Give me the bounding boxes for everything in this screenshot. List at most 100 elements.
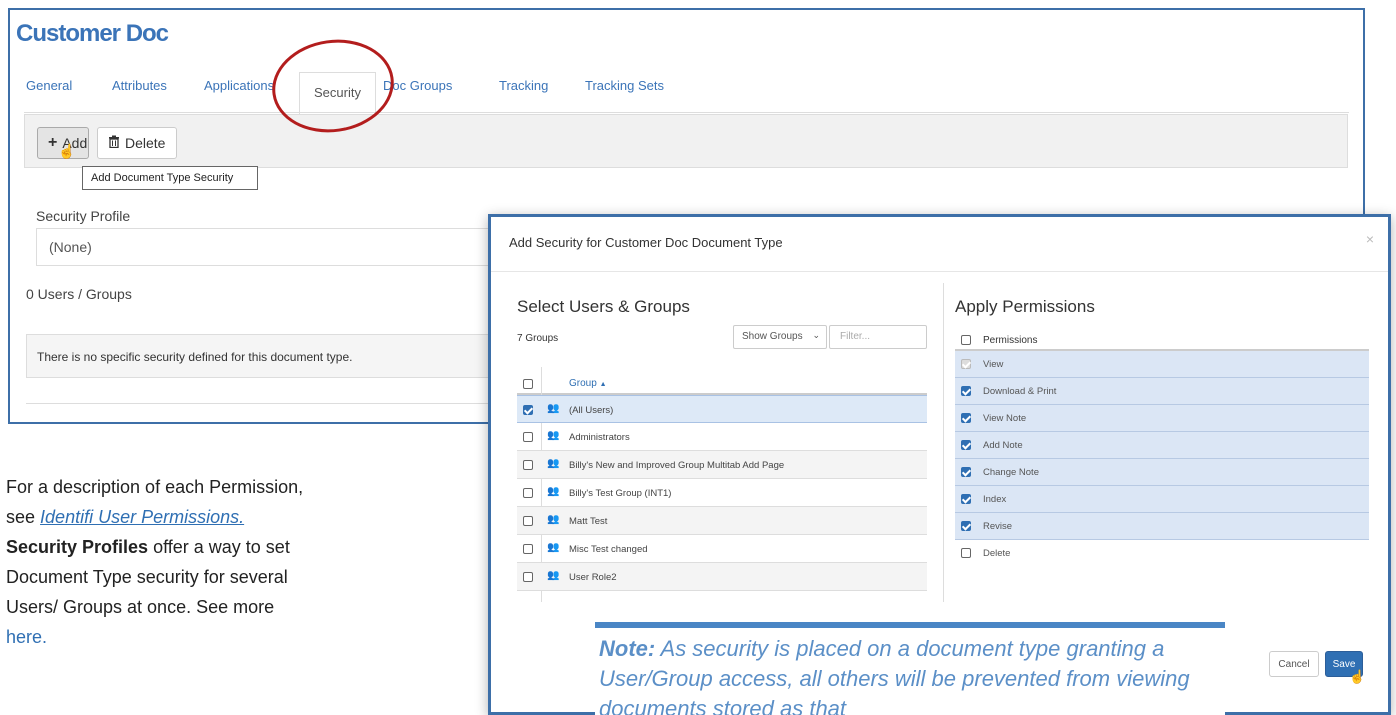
group-row[interactable]: 👥 (All Users) <box>517 395 927 423</box>
users-icon: 👥 <box>547 486 560 497</box>
show-groups-select[interactable]: Show Groups ⌄ <box>733 325 827 349</box>
permission-checkbox[interactable] <box>961 413 971 423</box>
permission-checkbox[interactable] <box>961 521 971 531</box>
permission-checkbox[interactable] <box>961 494 971 504</box>
select-all-groups-checkbox[interactable] <box>523 379 533 389</box>
note-text: As security is placed on a document type… <box>599 636 1190 715</box>
group-name: (All Users) <box>569 405 614 416</box>
tab-tracking[interactable]: Tracking <box>499 78 548 93</box>
note-callout: Note: As security is placed on a documen… <box>595 622 1225 715</box>
group-checkbox[interactable] <box>523 405 533 415</box>
group-name: Misc Test changed <box>569 544 648 555</box>
help-line-3: Security Profiles offer a way to set <box>6 532 476 562</box>
security-toolbar: + Add Delete <box>24 114 1348 168</box>
tab-tracking-sets[interactable]: Tracking Sets <box>585 78 664 93</box>
permission-checkbox[interactable] <box>961 548 971 558</box>
permission-checkbox[interactable] <box>961 386 971 396</box>
panel-divider <box>26 403 506 404</box>
permission-row[interactable]: View Note <box>955 405 1369 432</box>
permission-name: Download & Print <box>983 386 1057 397</box>
users-icon: 👥 <box>547 458 560 469</box>
help-line-5: Users/ Groups at once. See more <box>6 597 275 617</box>
permission-name: Add Note <box>983 440 1023 451</box>
group-checkbox[interactable] <box>523 516 533 526</box>
security-profiles-bold: Security Profiles <box>6 537 149 557</box>
permission-name: View <box>983 359 1004 370</box>
permissions-column: Apply Permissions Permissions View Downl… <box>955 297 1373 559</box>
users-icon: 👥 <box>547 570 560 581</box>
group-row[interactable]: 👥 Billy's New and Improved Group Multita… <box>517 451 927 479</box>
permission-row[interactable]: Index <box>955 486 1369 513</box>
users-icon: 👥 <box>547 403 560 414</box>
help-line-4: Document Type security for several <box>6 567 288 587</box>
permission-checkbox <box>961 359 971 369</box>
users-icon: 👥 <box>547 514 560 525</box>
delete-button[interactable]: Delete <box>97 127 177 159</box>
apply-permissions-heading: Apply Permissions <box>955 297 1095 316</box>
users-groups-count: 0 Users / Groups <box>26 286 132 302</box>
group-column-label: Group <box>569 378 597 389</box>
close-icon[interactable]: × <box>1366 231 1374 247</box>
select-all-permissions-checkbox[interactable] <box>961 335 971 345</box>
permission-row[interactable]: Download & Print <box>955 378 1369 405</box>
group-row[interactable]: 👥 Matt Test <box>517 507 927 535</box>
permission-row[interactable]: Revise <box>955 513 1369 540</box>
help-text: For a description of each Permission, se… <box>6 472 476 652</box>
groups-count: 7 Groups <box>517 333 559 344</box>
chevron-down-icon: ⌄ <box>812 330 820 340</box>
users-icon: 👥 <box>547 542 560 553</box>
group-name: User Role2 <box>569 572 617 583</box>
permissions-grid-header: Permissions <box>955 329 1369 351</box>
permission-name: Index <box>983 494 1007 505</box>
group-checkbox[interactable] <box>523 460 533 470</box>
permission-row[interactable]: View <box>955 351 1369 378</box>
cancel-button[interactable]: Cancel <box>1269 651 1319 677</box>
group-name: Billy's New and Improved Group Multitab … <box>569 460 785 471</box>
tab-attributes[interactable]: Attributes <box>112 78 167 93</box>
filter-input[interactable]: Filter... <box>829 325 927 349</box>
plus-icon: + <box>48 134 58 151</box>
group-checkbox[interactable] <box>523 572 533 582</box>
group-row[interactable]: 👥 Misc Test changed <box>517 535 927 563</box>
tab-applications[interactable]: Applications <box>204 78 274 93</box>
help-line-2: see Identifi User Permissions. <box>6 502 476 532</box>
here-link[interactable]: here. <box>6 627 47 647</box>
modal-header-divider <box>491 271 1388 272</box>
help-line-1: For a description of each Permission, <box>6 477 304 497</box>
permission-name: Delete <box>983 548 1011 559</box>
note-lead: Note: <box>599 636 656 661</box>
group-checkbox[interactable] <box>523 544 533 554</box>
trash-icon <box>108 135 120 151</box>
group-row[interactable]: 👥 Administrators <box>517 423 927 451</box>
help-line-6: here. <box>6 622 476 652</box>
group-name: Administrators <box>569 432 630 443</box>
group-column-header[interactable]: Group ▲ <box>569 378 607 389</box>
tab-general[interactable]: General <box>26 78 72 93</box>
permission-row[interactable]: Add Note <box>955 432 1369 459</box>
screenshot-stage: Customer Doc General Attributes Applicat… <box>0 0 1396 715</box>
permission-row[interactable]: Change Note <box>955 459 1369 486</box>
permission-checkbox[interactable] <box>961 467 971 477</box>
permission-name: Revise <box>983 521 1013 532</box>
permissions-column-header: Permissions <box>983 335 1038 346</box>
users-icon: 👥 <box>547 430 560 441</box>
hand-cursor-icon: ☝ <box>58 143 76 159</box>
group-row[interactable]: 👥 User Role2 <box>517 563 927 591</box>
hand-cursor-icon: ☝ <box>1349 669 1366 684</box>
permission-name: Change Note <box>983 467 1039 478</box>
group-row[interactable]: 👥 Billy's Test Group (INT1) <box>517 479 927 507</box>
group-name: Matt Test <box>569 516 608 527</box>
modal-title: Add Security for Customer Doc Document T… <box>509 235 783 250</box>
group-checkbox[interactable] <box>523 488 533 498</box>
show-groups-value: Show Groups <box>742 331 803 342</box>
permission-row[interactable]: Delete <box>955 540 1369 567</box>
security-profile-select[interactable]: (None) <box>36 228 506 266</box>
add-tooltip: Add Document Type Security <box>82 166 258 190</box>
sort-up-icon: ▲ <box>599 381 607 388</box>
group-checkbox[interactable] <box>523 432 533 442</box>
user-permissions-link[interactable]: Identifi User Permissions. <box>40 507 244 527</box>
column-divider <box>943 283 944 602</box>
permission-name: View Note <box>983 413 1027 424</box>
permission-checkbox[interactable] <box>961 440 971 450</box>
group-name: Billy's Test Group (INT1) <box>569 488 672 499</box>
